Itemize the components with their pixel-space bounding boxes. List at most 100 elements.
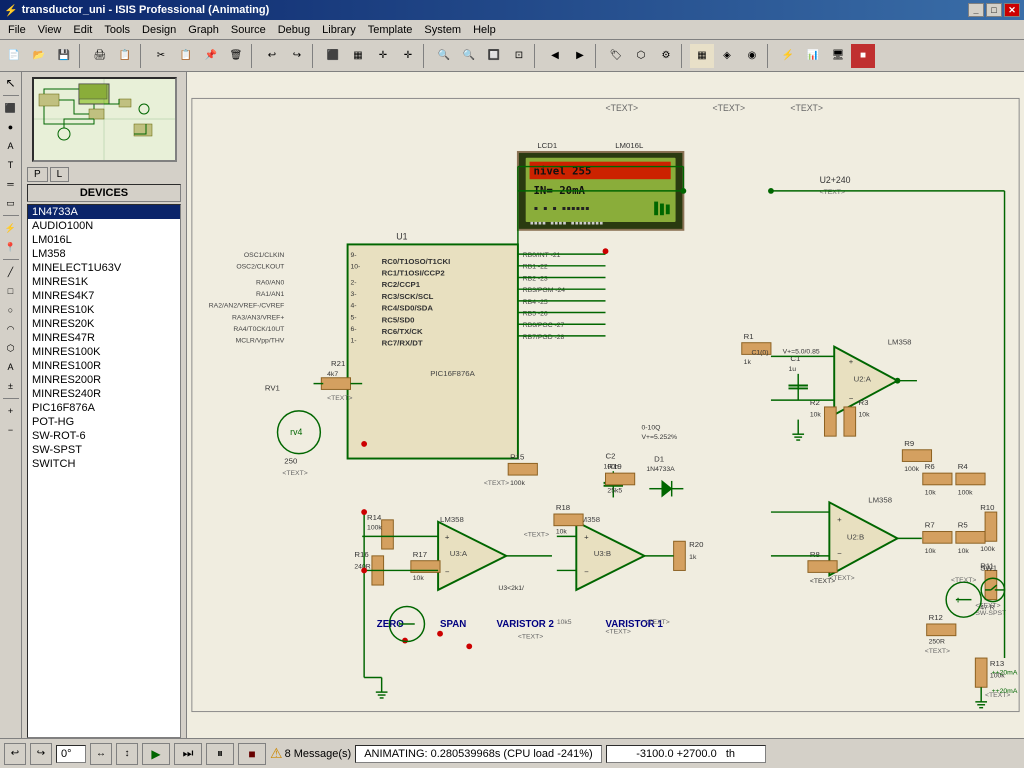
tab-p[interactable]: P [27,167,48,182]
lt-select[interactable]: ↖ [2,74,20,92]
menu-help[interactable]: Help [467,22,502,38]
lt-poly[interactable]: ⬡ [2,339,20,357]
device-SW-SPST[interactable]: SW-SPST [28,443,180,457]
tb-save[interactable]: 💾 [52,44,76,68]
menu-graph[interactable]: Graph [182,22,225,38]
lt-text2[interactable]: A [2,358,20,376]
device-1N4733A[interactable]: 1N4733A [28,205,180,219]
device-MINRES240R[interactable]: MINRES240R [28,387,180,401]
tb-delete[interactable]: 🗑 [224,44,248,68]
device-MINRES4K7[interactable]: MINRES4K7 [28,289,180,303]
tb-prop[interactable]: ⚙ [654,44,678,68]
tb-sim7[interactable]: ■ [851,44,875,68]
tb-open[interactable]: 📂 [27,44,51,68]
svg-text:RC4/SD0/SDA: RC4/SD0/SDA [382,304,434,313]
tb-next[interactable]: ▶ [568,44,592,68]
menu-debug[interactable]: Debug [272,22,316,38]
lt-subcircuit[interactable]: ▭ [2,194,20,212]
tb-net[interactable]: ⬡ [629,44,653,68]
tb-copy[interactable]: 📋 [174,44,198,68]
devices-list[interactable]: 1N4733A AUDIO100N LM016L LM358 MINELECT1… [27,204,181,738]
device-MINRES200R[interactable]: MINRES200R [28,373,180,387]
maximize-button[interactable]: □ [986,3,1002,17]
device-MINELECT1U63V[interactable]: MINELECT1U63V [28,261,180,275]
device-MINRES47R[interactable]: MINRES47R [28,331,180,345]
device-AUDIO100N[interactable]: AUDIO100N [28,219,180,233]
lt-junction[interactable]: ● [2,118,20,136]
tb-block2[interactable]: ▦ [346,44,370,68]
lt-box[interactable]: □ [2,282,20,300]
tb-new[interactable]: 📄 [2,44,26,68]
lt-line[interactable]: ╱ [2,263,20,281]
device-SW-ROT-6[interactable]: SW-ROT-6 [28,429,180,443]
play-button[interactable]: ▶ [142,743,170,765]
menu-template[interactable]: Template [362,22,419,38]
close-button[interactable]: ✕ [1004,3,1020,17]
tb-block[interactable]: ⬛ [321,44,345,68]
lt-zoom-minus[interactable]: − [2,421,20,439]
preview-svg [34,79,175,160]
tab-l[interactable]: L [50,167,70,182]
tb-zoom-out[interactable]: 🔍 [457,44,481,68]
device-LM358[interactable]: LM358 [28,247,180,261]
lt-bus[interactable]: ═ [2,175,20,193]
tb-cross[interactable]: ✛ [371,44,395,68]
tb-zoom-all[interactable]: 🔲 [482,44,506,68]
device-SWITCH[interactable]: SWITCH [28,457,180,471]
tb-sim4[interactable]: ⚡ [776,44,800,68]
lt-zoom-plus[interactable]: + [2,402,20,420]
tb-zoom-in[interactable]: 🔍 [432,44,456,68]
device-MINRES100K[interactable]: MINRES100K [28,345,180,359]
stop-button[interactable]: ■ [238,743,266,765]
tb-prev[interactable]: ◀ [543,44,567,68]
tb-sim3[interactable]: ◉ [740,44,764,68]
minimize-button[interactable]: _ [968,3,984,17]
tb-print[interactable]: 🖨 [88,44,112,68]
schematic-area[interactable]: <TEXT> <TEXT> <TEXT> LCD1 LM016L nivel 2… [187,72,1024,738]
device-POT-HG[interactable]: POT-HG [28,415,180,429]
redo-status-btn[interactable]: ↪ [30,743,52,765]
menu-file[interactable]: File [2,22,32,38]
lt-circle[interactable]: ○ [2,301,20,319]
flip-btn[interactable]: ↕ [116,743,138,765]
step-button[interactable]: ⏭ [174,743,202,765]
menu-source[interactable]: Source [225,22,272,38]
app-title: transductor_uni - ISIS Professional (Ani… [22,4,270,16]
tb-sim1[interactable]: ▦ [690,44,714,68]
tb-print2[interactable]: 📋 [113,44,137,68]
lt-component[interactable]: ⬛ [2,99,20,117]
tb-cut[interactable]: ✂ [149,44,173,68]
menu-design[interactable]: Design [136,22,182,38]
device-MINRES10K[interactable]: MINRES10K [28,303,180,317]
menu-library[interactable]: Library [316,22,362,38]
menu-tools[interactable]: Tools [98,22,136,38]
tb-redo[interactable]: ↪ [285,44,309,68]
tb-move[interactable]: ✛ [396,44,420,68]
lt-arc[interactable]: ◠ [2,320,20,338]
undo-status-btn[interactable]: ↩ [4,743,26,765]
menu-system[interactable]: System [418,22,467,38]
menu-view[interactable]: View [32,22,68,38]
tb-tag[interactable]: 🏷 [604,44,628,68]
tb-undo[interactable]: ↩ [260,44,284,68]
device-MINRES100R[interactable]: MINRES100R [28,359,180,373]
lt-label[interactable]: A [2,137,20,155]
mirror-btn[interactable]: ↔ [90,743,112,765]
svg-text:10k: 10k [925,548,937,555]
lt-probe[interactable]: ⚡ [2,219,20,237]
tb-paste[interactable]: 📌 [199,44,223,68]
titlebar-controls[interactable]: _ □ ✕ [968,3,1020,17]
menu-edit[interactable]: Edit [67,22,98,38]
device-MINRES1K[interactable]: MINRES1K [28,275,180,289]
lt-probe2[interactable]: 📍 [2,238,20,256]
tb-zoom-fit[interactable]: ⊡ [507,44,531,68]
tb-sim5[interactable]: 📊 [801,44,825,68]
pause-button[interactable]: ⏸ [206,743,234,765]
lt-text[interactable]: T [2,156,20,174]
tb-sim6[interactable]: 🖥 [826,44,850,68]
device-LM016L[interactable]: LM016L [28,233,180,247]
device-MINRES20K[interactable]: MINRES20K [28,317,180,331]
lt-sym[interactable]: ± [2,377,20,395]
device-PIC16F876A[interactable]: PIC16F876A [28,401,180,415]
tb-sim2[interactable]: ◈ [715,44,739,68]
